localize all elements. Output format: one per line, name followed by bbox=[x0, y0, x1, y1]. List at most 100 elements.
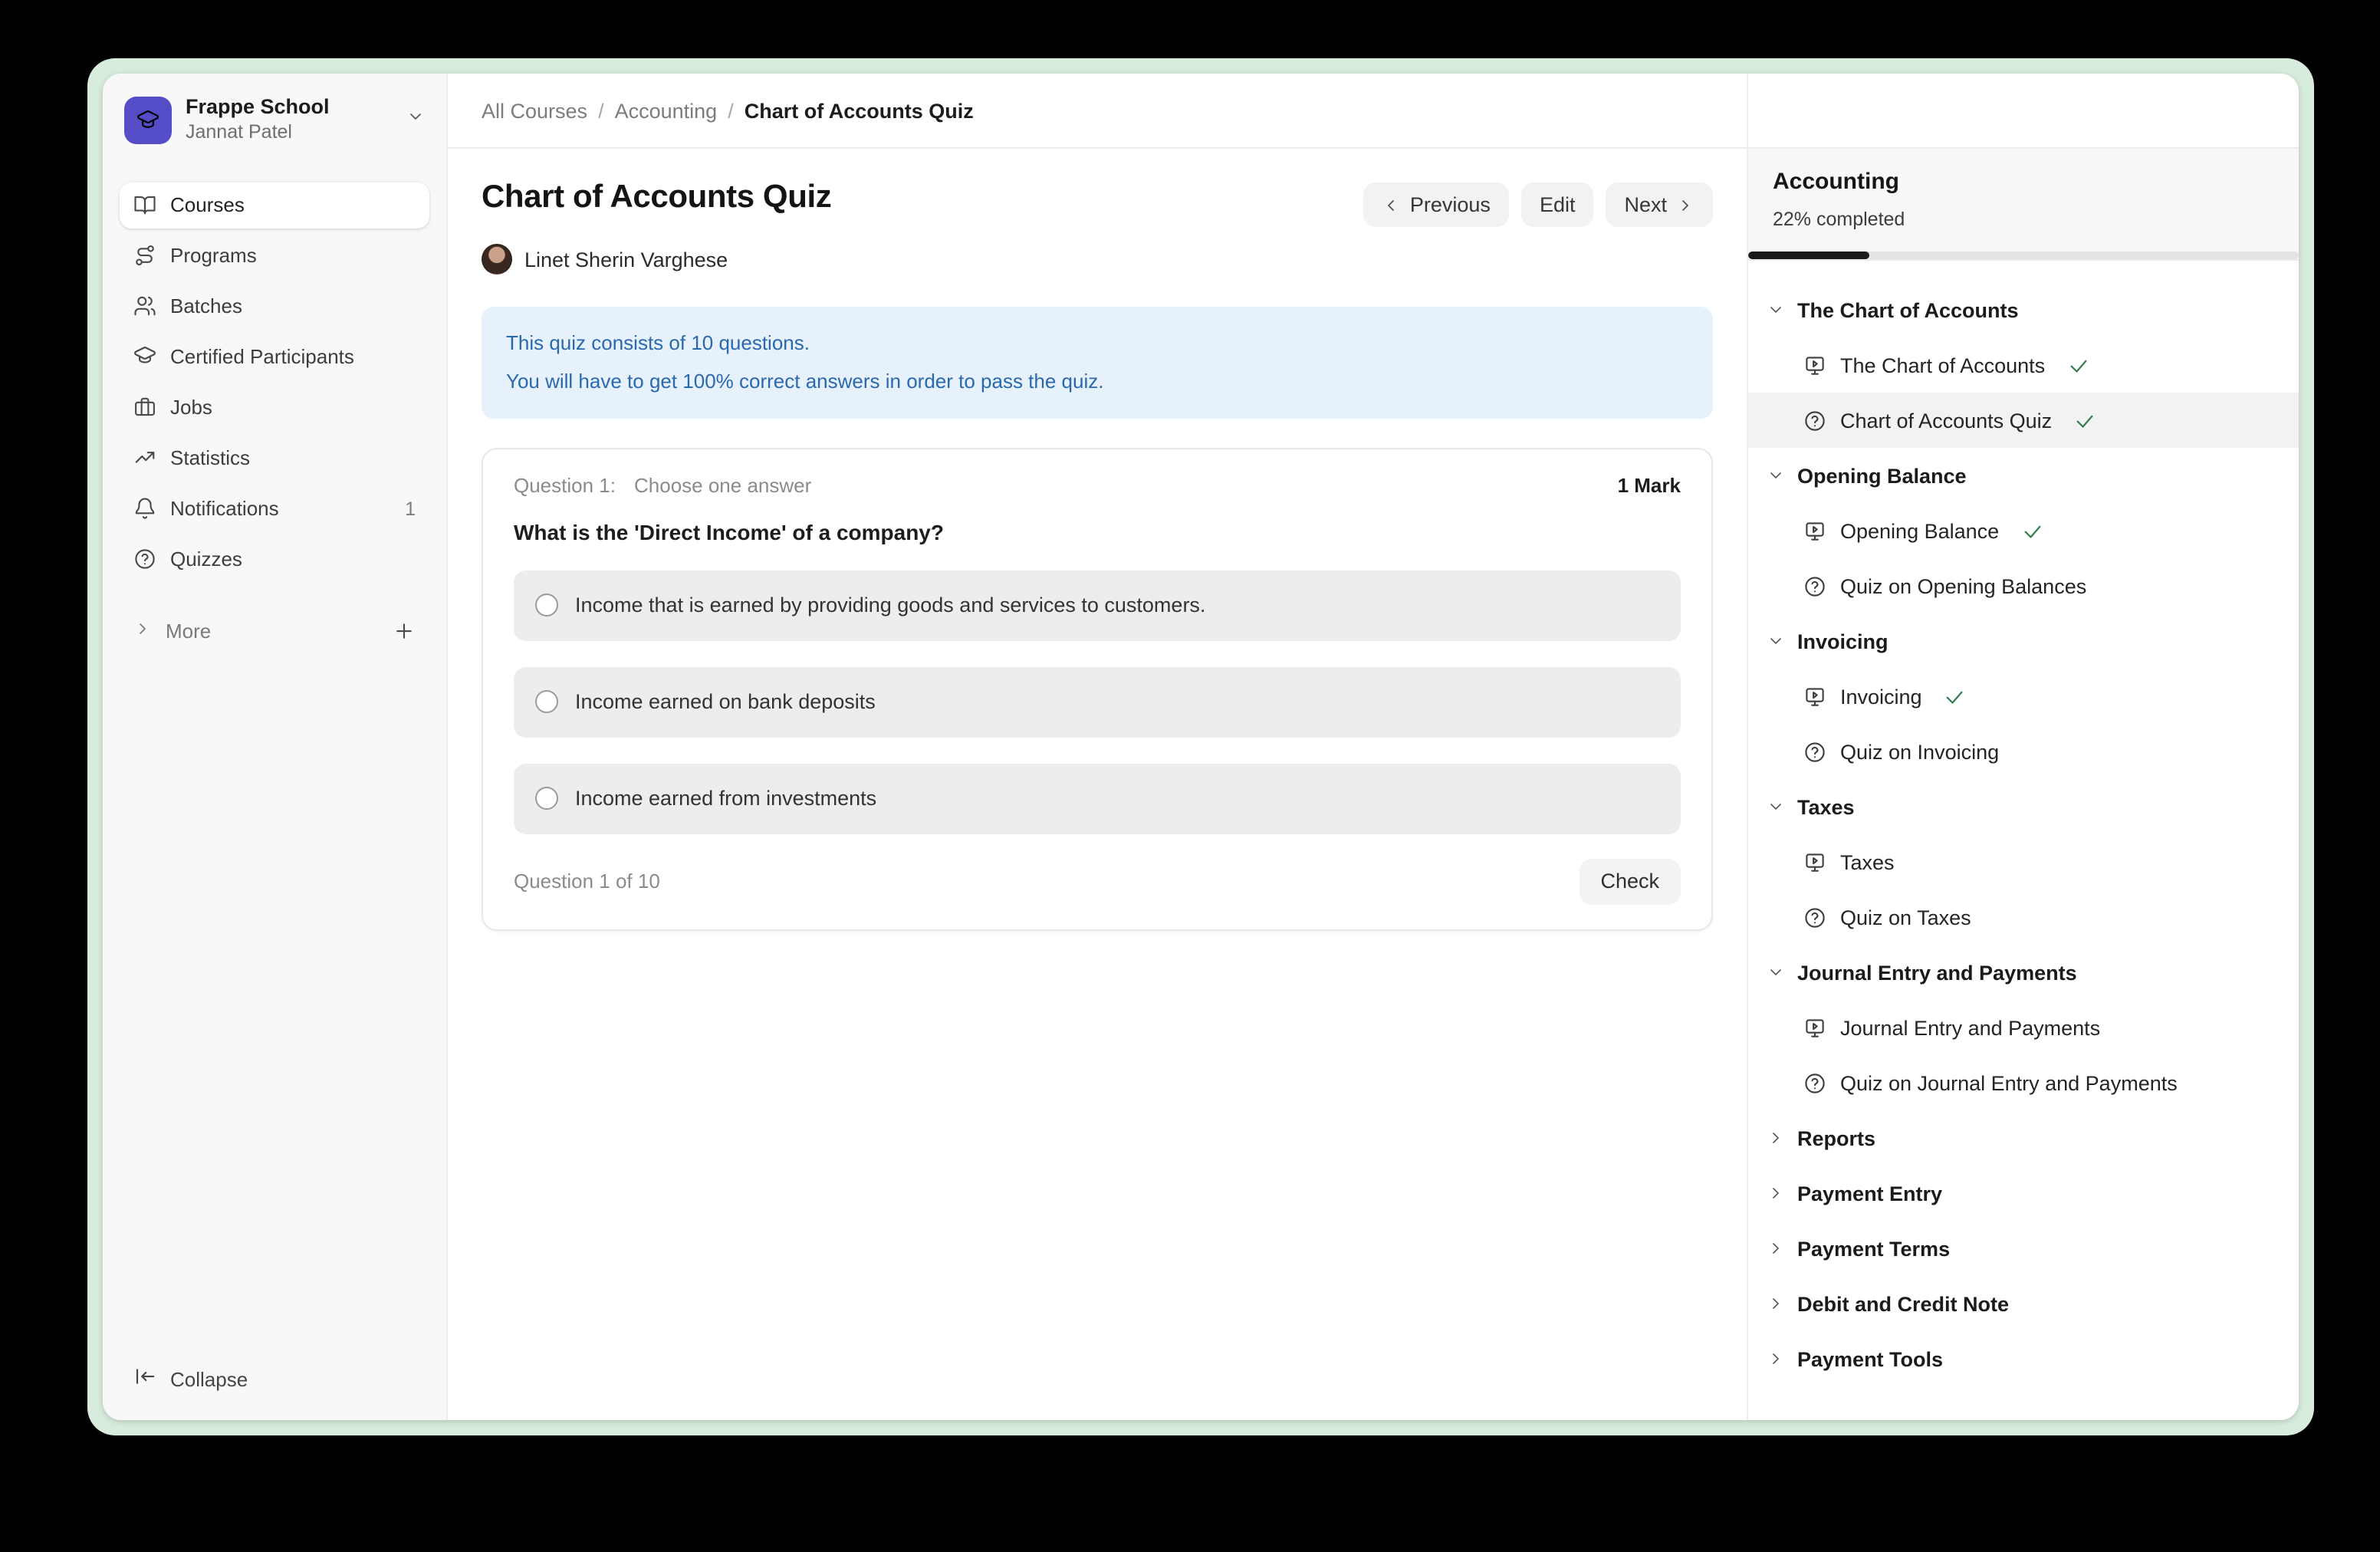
edit-button[interactable]: Edit bbox=[1521, 182, 1594, 227]
outline-lesson[interactable]: Journal Entry and Payments bbox=[1748, 1000, 2299, 1055]
outline-section-title: Debit and Credit Note bbox=[1797, 1292, 2009, 1315]
outline-lesson[interactable]: The Chart of Accounts bbox=[1748, 337, 2299, 393]
question-header: Question 1: Choose one answer 1 Mark bbox=[514, 473, 1681, 496]
outline-item-label: Chart of Accounts Quiz bbox=[1840, 409, 2052, 432]
sidebar-item-notifications[interactable]: Notifications 1 bbox=[120, 485, 429, 531]
outline-section-invoicing[interactable]: Invoicing bbox=[1748, 613, 2299, 669]
arrow-left-to-line-icon bbox=[133, 1365, 156, 1393]
monitor-play-icon bbox=[1803, 1016, 1826, 1039]
answer-option-label: Income earned from investments bbox=[575, 787, 876, 810]
answer-option[interactable]: Income that is earned by providing goods… bbox=[514, 570, 1681, 640]
chevron-down-icon bbox=[406, 107, 425, 134]
page-title: Chart of Accounts Quiz bbox=[482, 179, 831, 216]
question-footer: Question 1 of 10 Check bbox=[514, 858, 1681, 904]
radio-button-icon[interactable] bbox=[535, 787, 558, 810]
quiz-content: Chart of Accounts Quiz Previous Edit bbox=[448, 149, 1747, 961]
outline-lesson[interactable]: Invoicing bbox=[1748, 669, 2299, 724]
outline-section-payment-tools[interactable]: Payment Tools bbox=[1748, 1331, 2299, 1386]
quiz-actions: Previous Edit Next bbox=[1364, 182, 1713, 227]
outline-section-taxes[interactable]: Taxes bbox=[1748, 779, 2299, 834]
outline-section-title: Payment Terms bbox=[1797, 1237, 1950, 1260]
breadcrumb-course[interactable]: Accounting bbox=[615, 99, 718, 122]
chevron-right-icon bbox=[1767, 1129, 1785, 1147]
outline-section-payment-terms[interactable]: Payment Terms bbox=[1748, 1221, 2299, 1276]
outline-quiz[interactable]: Quiz on Opening Balances bbox=[1748, 558, 2299, 613]
outline-section-title: Payment Entry bbox=[1797, 1182, 1942, 1205]
sidebar-item-certified-participants[interactable]: Certified Participants bbox=[120, 334, 429, 380]
avatar bbox=[482, 244, 512, 275]
chevron-down-icon bbox=[1767, 963, 1785, 982]
answer-options: Income that is earned by providing goods… bbox=[514, 570, 1681, 834]
outline-section-title: Opening Balance bbox=[1797, 464, 1967, 487]
sidebar-item-label: Quizzes bbox=[170, 547, 242, 570]
course-outline-list: The Chart of Accounts The Chart of Accou… bbox=[1748, 261, 2299, 1399]
sidebar-item-quizzes[interactable]: Quizzes bbox=[120, 536, 429, 582]
breadcrumb-bar: All Courses / Accounting / Chart of Acco… bbox=[448, 74, 1747, 149]
graduation-cap-icon bbox=[136, 109, 159, 132]
chevron-down-icon bbox=[1767, 797, 1785, 816]
course-outline-sidebar: Accounting 22% completed The Chart of Ac… bbox=[1747, 74, 2299, 1420]
help-circle-icon bbox=[1803, 906, 1826, 929]
sidebar-item-courses[interactable]: Courses bbox=[120, 182, 429, 228]
outline-item-label: Opening Balance bbox=[1840, 519, 1999, 542]
outline-item-label: The Chart of Accounts bbox=[1840, 353, 2045, 376]
outline-section-payment-entry[interactable]: Payment Entry bbox=[1748, 1166, 2299, 1221]
sidebar-item-label: Certified Participants bbox=[170, 345, 354, 368]
course-progress-header: Accounting 22% completed bbox=[1748, 149, 2299, 261]
outline-quiz[interactable]: Quiz on Invoicing bbox=[1748, 724, 2299, 779]
outline-item-label: Invoicing bbox=[1840, 685, 1922, 708]
outline-section-debit-credit-note[interactable]: Debit and Credit Note bbox=[1748, 1276, 2299, 1331]
outline-item-label: Quiz on Journal Entry and Payments bbox=[1840, 1071, 2178, 1094]
outline-section-chart-of-accounts[interactable]: The Chart of Accounts bbox=[1748, 282, 2299, 337]
answer-option-label: Income earned on bank deposits bbox=[575, 690, 876, 713]
outline-lesson[interactable]: Opening Balance bbox=[1748, 503, 2299, 558]
question-marks: 1 Mark bbox=[1618, 473, 1681, 496]
answer-option-label: Income that is earned by providing goods… bbox=[575, 594, 1205, 617]
window-frame: Frappe School Jannat Patel Courses bbox=[87, 58, 2314, 1435]
sidebar-item-jobs[interactable]: Jobs bbox=[120, 384, 429, 430]
chevron-right-icon bbox=[1767, 1184, 1785, 1202]
outline-section-title: Payment Tools bbox=[1797, 1347, 1943, 1370]
chevron-down-icon bbox=[1767, 632, 1785, 650]
outline-quiz-active[interactable]: Chart of Accounts Quiz bbox=[1748, 393, 2299, 448]
plus-icon[interactable] bbox=[393, 620, 416, 643]
previous-button[interactable]: Previous bbox=[1364, 182, 1509, 227]
graduation-cap-icon bbox=[133, 345, 156, 368]
chevron-right-icon bbox=[1676, 196, 1695, 214]
quiz-header-row: Chart of Accounts Quiz Previous Edit bbox=[482, 179, 1713, 227]
outline-section-opening-balance[interactable]: Opening Balance bbox=[1748, 448, 2299, 503]
workspace-user: Jannat Patel bbox=[186, 121, 393, 145]
outline-item-label: Quiz on Invoicing bbox=[1840, 740, 1999, 763]
check-icon bbox=[2073, 409, 2096, 432]
course-progress-track bbox=[1748, 252, 2299, 259]
help-circle-icon bbox=[1803, 1071, 1826, 1094]
sidebar-item-programs[interactable]: Programs bbox=[120, 232, 429, 278]
sidebar-item-label: Jobs bbox=[170, 396, 212, 419]
radio-button-icon[interactable] bbox=[535, 690, 558, 713]
course-progress-fill bbox=[1748, 252, 1869, 259]
sidebar-collapse-button[interactable]: Collapse bbox=[120, 1356, 429, 1402]
app-logo bbox=[124, 97, 172, 144]
sidebar-item-statistics[interactable]: Statistics bbox=[120, 435, 429, 481]
outline-section-journal-entry[interactable]: Journal Entry and Payments bbox=[1748, 945, 2299, 1000]
check-icon bbox=[1944, 685, 1967, 708]
monitor-play-icon bbox=[1803, 353, 1826, 376]
sidebar-item-label: Batches bbox=[170, 294, 242, 317]
answer-option[interactable]: Income earned on bank deposits bbox=[514, 666, 1681, 737]
outline-section-reports[interactable]: Reports bbox=[1748, 1110, 2299, 1166]
sidebar-item-batches[interactable]: Batches bbox=[120, 283, 429, 329]
next-button[interactable]: Next bbox=[1606, 182, 1713, 227]
answer-option[interactable]: Income earned from investments bbox=[514, 763, 1681, 834]
breadcrumb-all-courses[interactable]: All Courses bbox=[482, 99, 587, 122]
outline-lesson[interactable]: Taxes bbox=[1748, 834, 2299, 889]
radio-button-icon[interactable] bbox=[535, 594, 558, 617]
check-button[interactable]: Check bbox=[1579, 858, 1681, 904]
outline-quiz[interactable]: Quiz on Taxes bbox=[1748, 889, 2299, 945]
route-icon bbox=[133, 244, 156, 267]
workspace-switcher[interactable]: Frappe School Jannat Patel bbox=[120, 92, 429, 148]
outline-quiz[interactable]: Quiz on Journal Entry and Payments bbox=[1748, 1055, 2299, 1110]
monitor-play-icon bbox=[1803, 685, 1826, 708]
course-progress-text: 22% completed bbox=[1773, 209, 2274, 230]
sidebar-more[interactable]: More bbox=[120, 610, 429, 653]
check-icon bbox=[2066, 353, 2089, 376]
